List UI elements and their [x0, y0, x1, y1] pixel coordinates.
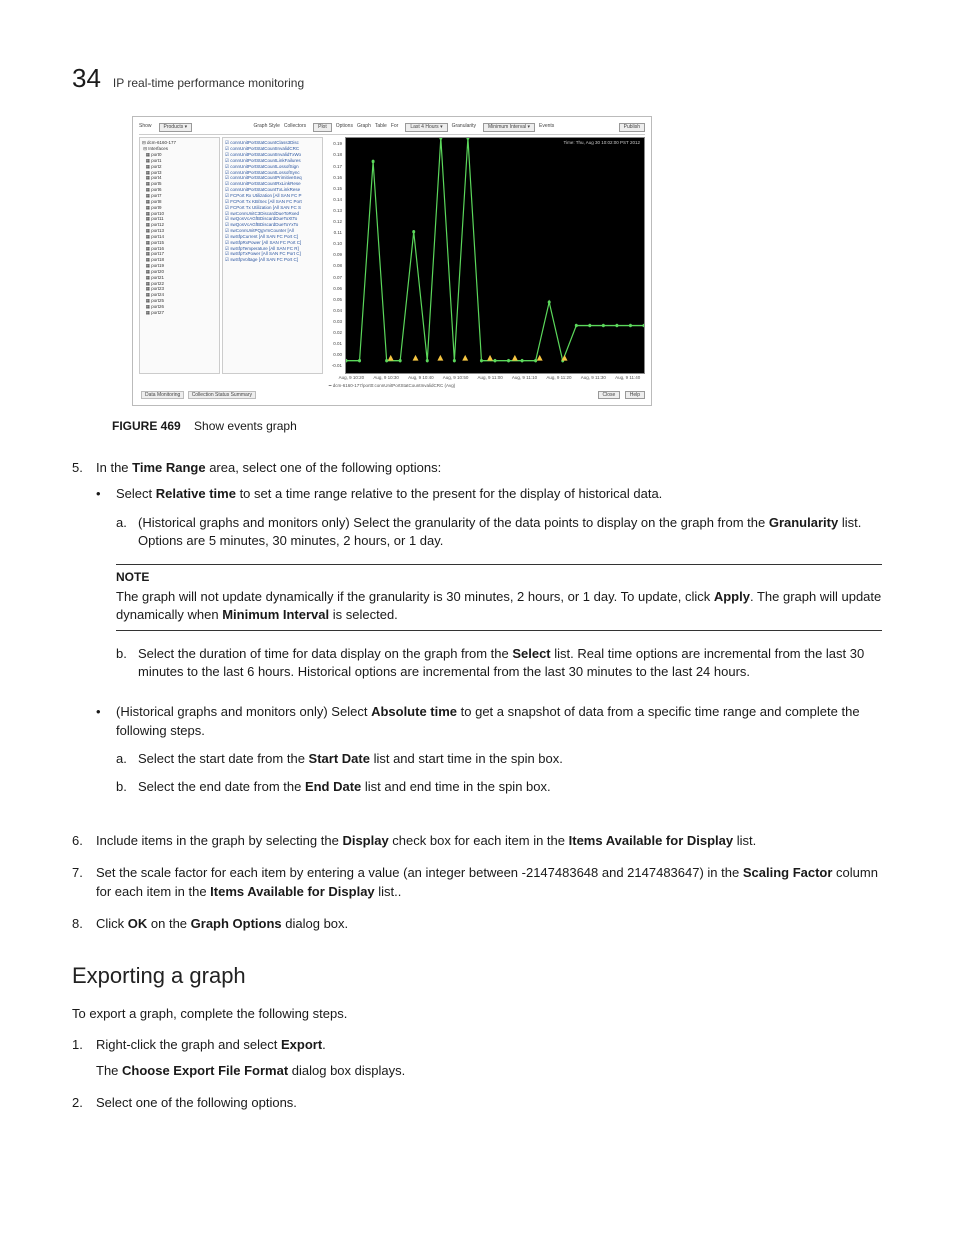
tab-collection-status[interactable]: Collection Status Summary — [188, 391, 256, 399]
export-step-2: 2. Select one of the following options. — [72, 1094, 882, 1112]
step-5: 5. In the Time Range area, select one of… — [72, 459, 882, 818]
figure-caption: FIGURE 469 Show events graph — [112, 418, 882, 435]
note-block: NOTE The graph will not update dynamical… — [116, 564, 882, 631]
step5-bullet2: • (Historical graphs and monitors only) … — [96, 703, 882, 806]
step5-a: a. (Historical graphs and monitors only)… — [116, 514, 882, 550]
export-procedure: 1. Right-click the graph and select Expo… — [72, 1036, 882, 1113]
tab-data-monitoring[interactable]: Data Monitoring — [141, 391, 184, 399]
range-dropdown[interactable]: Last 4 Hours ▾ — [405, 123, 447, 132]
granularity-dropdown[interactable]: Minimum Interval ▾ — [483, 123, 535, 132]
figure-label: FIGURE 469 — [112, 419, 181, 433]
step5-bullet1: • Select Relative time to set a time ran… — [96, 485, 882, 691]
step5-b2b: b. Select the end date from the End Date… — [116, 778, 882, 796]
show-label: Show — [139, 123, 152, 132]
help-button[interactable]: Help — [625, 391, 645, 399]
chart-canvas[interactable]: Time: Thu, Aug 30 10:02:00 PST 2012 — [345, 137, 645, 373]
close-button[interactable]: Close — [598, 391, 621, 399]
collectors-label: Collectors — [284, 123, 306, 132]
x-axis-labels: Aug, 9 10:20Aug, 9 10:30Aug, 9 10:40Aug,… — [334, 375, 645, 381]
collector-list[interactable]: ☑ connUnitPortStatCountClass3Disc☑ connU… — [222, 137, 323, 373]
table-radio[interactable]: Table — [375, 123, 387, 132]
page-header: 34 IP real-time performance monitoring — [72, 60, 882, 96]
exporting-intro: To export a graph, complete the followin… — [72, 1005, 882, 1023]
note-label: NOTE — [116, 569, 882, 586]
plot-button[interactable]: Plot — [313, 123, 332, 132]
products-dropdown[interactable]: Products ▾ — [159, 123, 193, 132]
device-tree[interactable]: ⊟ dcm-6160-177 ⊟ Interfaces ▦ port0 ▦ po… — [139, 137, 220, 373]
embedded-screenshot: Show Products ▾ Graph Style Collectors P… — [132, 116, 652, 406]
options-label: Options — [336, 123, 353, 132]
y-axis-labels: 0.190.180.170.160.150.140.130.120.110.10… — [325, 137, 343, 373]
step-8: 8. Click OK on the Graph Options dialog … — [72, 915, 882, 933]
exporting-heading: Exporting a graph — [72, 961, 882, 992]
publish-button[interactable]: Publish — [619, 123, 645, 132]
granularity-label: Granularity — [452, 123, 476, 132]
procedure-list: 5. In the Time Range area, select one of… — [72, 459, 882, 933]
step5-b: b. Select the duration of time for data … — [116, 645, 882, 681]
step-6: 6. Include items in the graph by selecti… — [72, 832, 882, 850]
graph-style-label: Graph Style — [253, 123, 279, 132]
page-number: 34 — [72, 60, 101, 96]
events-checkbox[interactable]: Events — [539, 123, 554, 132]
header-title: IP real-time performance monitoring — [113, 75, 304, 92]
export-step-1: 1. Right-click the graph and select Expo… — [72, 1036, 882, 1080]
fig-toolbar: Show Products ▾ Graph Style Collectors P… — [139, 123, 645, 135]
figure-caption-text: Show events graph — [194, 419, 297, 433]
for-label: For — [391, 123, 399, 132]
chart-legend: ━ dcm-6160-177/port0:connUnitPortStatCou… — [139, 383, 645, 389]
step-7: 7. Set the scale factor for each item by… — [72, 864, 882, 900]
graph-radio[interactable]: Graph — [357, 123, 371, 132]
step5-b2a: a. Select the start date from the Start … — [116, 750, 882, 768]
